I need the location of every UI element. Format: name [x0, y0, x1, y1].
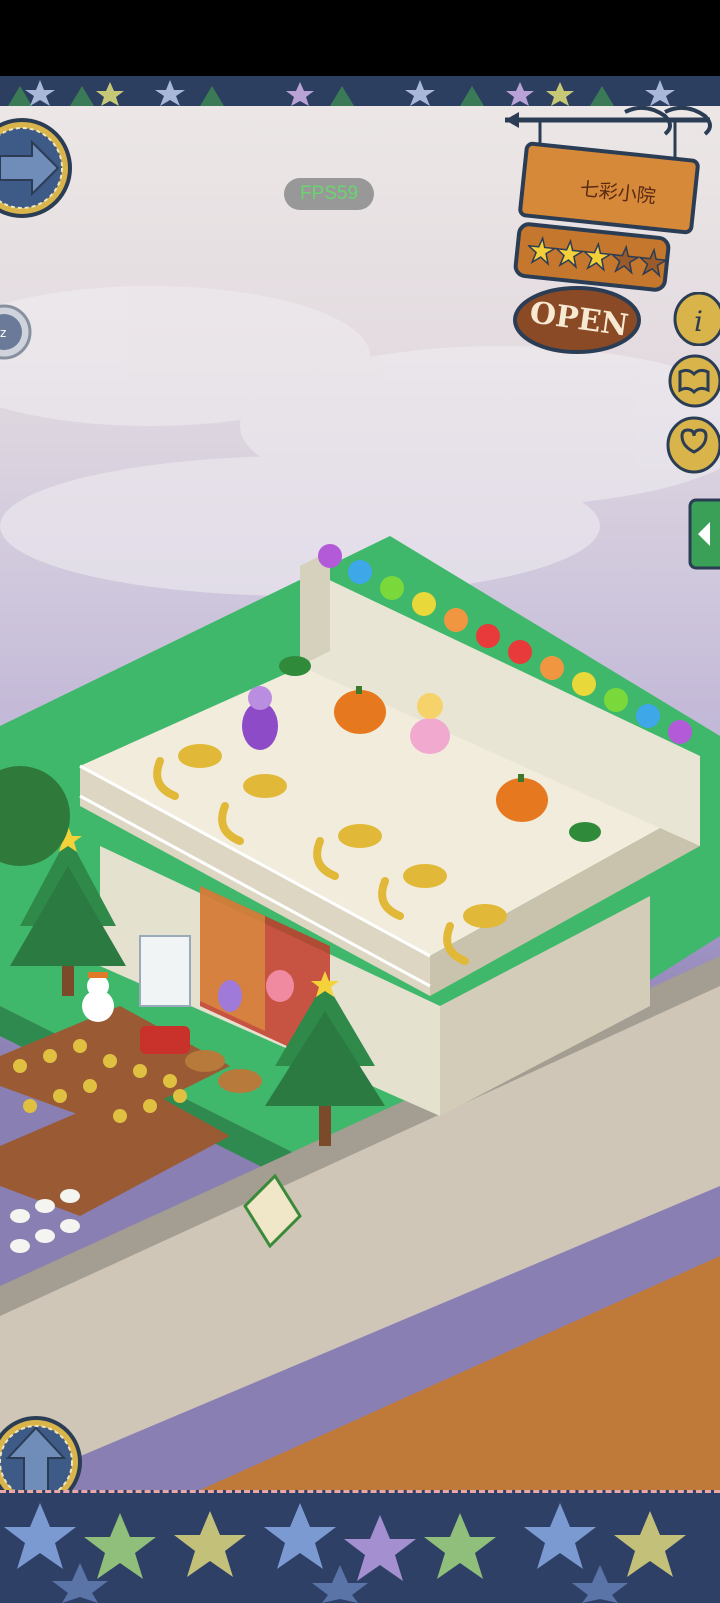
next-area-button[interactable]: [0, 118, 74, 218]
star-pattern: [8, 80, 675, 106]
top-star-border: [0, 76, 720, 109]
info-button[interactable]: i: [672, 291, 720, 347]
chevron-left-icon: [688, 498, 720, 570]
bottom-star-border: [0, 1490, 720, 1603]
star-pattern: [4, 1503, 686, 1603]
info-icon: i: [673, 291, 720, 347]
guide-button[interactable]: [666, 354, 720, 408]
arrow-up-icon: [0, 1416, 82, 1508]
status-bar: [0, 0, 720, 78]
svg-text:i: i: [694, 305, 703, 338]
svg-text:z: z: [0, 326, 6, 340]
sleep-button[interactable]: z: [0, 302, 32, 362]
fps-counter: FPS59: [284, 178, 374, 210]
sleep-zz-icon: z: [0, 304, 32, 360]
social-button[interactable]: [664, 416, 720, 474]
game-scene[interactable]: 七彩小院 OPEN i FPS59: [0, 106, 720, 1490]
book-icon: [668, 354, 720, 408]
heart-chat-icon: [666, 416, 720, 474]
arrow-right-icon: [0, 118, 72, 218]
side-panel-toggle[interactable]: [688, 498, 720, 570]
scroll-up-button[interactable]: [0, 1416, 82, 1508]
